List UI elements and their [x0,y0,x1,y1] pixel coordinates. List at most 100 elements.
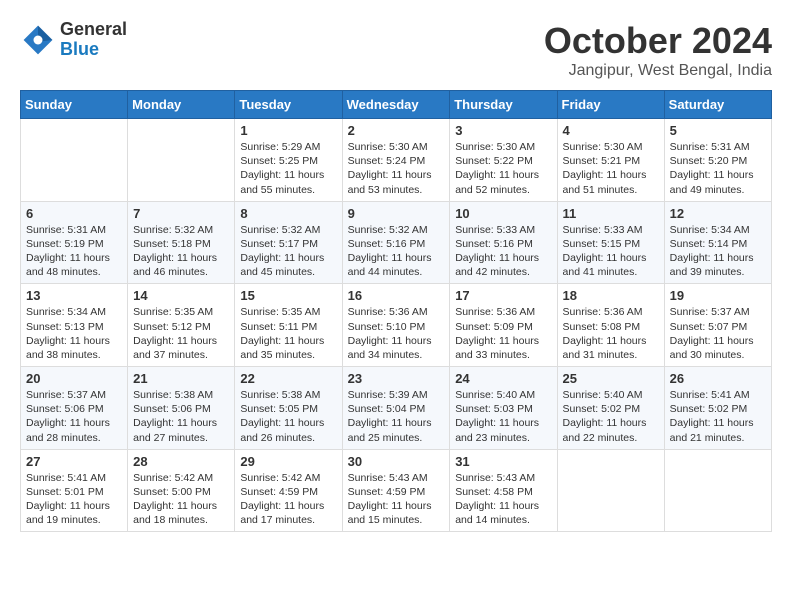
calendar-cell: 17 Sunrise: 5:36 AMSunset: 5:09 PMDayligh… [450,284,557,367]
calendar-cell: 2Sunrise: 5:30 AMSunset: 5:24 PMDaylight… [342,119,450,202]
calendar-cell: 13 Sunrise: 5:34 AMSunset: 5:13 PMDayligh… [21,284,128,367]
day-info: Sunrise: 5:42 AMSunset: 5:00 PMDaylight:… [133,471,229,528]
day-info: Sunrise: 5:36 AMSunset: 5:09 PMDaylight:… [455,305,551,362]
day-number: 20 [26,371,122,386]
calendar-cell: 22 Sunrise: 5:38 AMSunset: 5:05 PMDayligh… [235,367,342,450]
logo: General Blue [20,20,127,60]
logo-icon [20,22,56,58]
weekday-header: Monday [128,91,235,119]
calendar-cell: 10 Sunrise: 5:33 AMSunset: 5:16 PMDayligh… [450,201,557,284]
day-number: 12 [670,206,766,221]
calendar-cell: 27 Sunrise: 5:41 AMSunset: 5:01 PMDayligh… [21,449,128,532]
day-number: 29 [240,454,336,469]
logo-general: General [60,20,127,40]
day-info: Sunrise: 5:32 AMSunset: 5:16 PMDaylight:… [348,223,445,280]
day-number: 8 [240,206,336,221]
calendar-cell: 18Sunrise: 5:36 AMSunset: 5:08 PMDayligh… [557,284,664,367]
day-info: Sunrise: 5:34 AMSunset: 5:13 PMDaylight:… [26,305,122,362]
day-info: Sunrise: 5:39 AMSunset: 5:04 PMDaylight:… [348,388,445,445]
weekday-header: Saturday [664,91,771,119]
calendar-cell: 11 Sunrise: 5:33 AMSunset: 5:15 PMDayligh… [557,201,664,284]
day-info: Sunrise: 5:37 AMSunset: 5:06 PMDaylight:… [26,388,122,445]
day-number: 19 [670,288,766,303]
day-info: Sunrise: 5:40 AMSunset: 5:03 PMDaylight:… [455,388,551,445]
calendar-cell: 14Sunrise: 5:35 AMSunset: 5:12 PMDayligh… [128,284,235,367]
day-number: 5 [670,123,766,138]
day-number: 22 [240,371,336,386]
day-info: Sunrise: 5:32 AMSunset: 5:17 PMDaylight:… [240,223,336,280]
calendar-cell: 1Sunrise: 5:29 AMSunset: 5:25 PMDaylight… [235,119,342,202]
day-number: 11 [563,206,659,221]
day-info: Sunrise: 5:41 AMSunset: 5:02 PMDaylight:… [670,388,766,445]
day-info: Sunrise: 5:30 AMSunset: 5:21 PMDaylight:… [563,140,659,197]
calendar-cell: 20 Sunrise: 5:37 AMSunset: 5:06 PMDayligh… [21,367,128,450]
logo-text: General Blue [60,20,127,60]
day-info: Sunrise: 5:32 AMSunset: 5:18 PMDaylight:… [133,223,229,280]
day-info: Sunrise: 5:38 AMSunset: 5:05 PMDaylight:… [240,388,336,445]
calendar-week-row: 13 Sunrise: 5:34 AMSunset: 5:13 PMDayligh… [21,284,772,367]
day-number: 28 [133,454,229,469]
logo-blue: Blue [60,40,127,60]
calendar-cell: 8 Sunrise: 5:32 AMSunset: 5:17 PMDaylight… [235,201,342,284]
day-number: 9 [348,206,445,221]
day-info: Sunrise: 5:43 AMSunset: 4:59 PMDaylight:… [348,471,445,528]
calendar-cell: 30 Sunrise: 5:43 AMSunset: 4:59 PMDayligh… [342,449,450,532]
day-info: Sunrise: 5:30 AMSunset: 5:24 PMDaylight:… [348,140,445,197]
title-area: October 2024 Jangipur, West Bengal, Indi… [544,20,772,80]
day-info: Sunrise: 5:35 AMSunset: 5:12 PMDaylight:… [133,305,229,362]
calendar-cell: 4 Sunrise: 5:30 AMSunset: 5:21 PMDaylight… [557,119,664,202]
calendar-table: SundayMondayTuesdayWednesdayThursdayFrid… [20,90,772,532]
day-info: Sunrise: 5:43 AMSunset: 4:58 PMDaylight:… [455,471,551,528]
day-info: Sunrise: 5:41 AMSunset: 5:01 PMDaylight:… [26,471,122,528]
day-info: Sunrise: 5:37 AMSunset: 5:07 PMDaylight:… [670,305,766,362]
calendar-cell: 19 Sunrise: 5:37 AMSunset: 5:07 PMDayligh… [664,284,771,367]
calendar-cell: 29Sunrise: 5:42 AMSunset: 4:59 PMDayligh… [235,449,342,532]
day-number: 1 [240,123,336,138]
calendar-cell [557,449,664,532]
calendar-cell: 3 Sunrise: 5:30 AMSunset: 5:22 PMDaylight… [450,119,557,202]
day-info: Sunrise: 5:33 AMSunset: 5:15 PMDaylight:… [563,223,659,280]
day-number: 17 [455,288,551,303]
calendar-cell: 31Sunrise: 5:43 AMSunset: 4:58 PMDayligh… [450,449,557,532]
day-info: Sunrise: 5:30 AMSunset: 5:22 PMDaylight:… [455,140,551,197]
calendar-week-row: 1Sunrise: 5:29 AMSunset: 5:25 PMDaylight… [21,119,772,202]
day-number: 23 [348,371,445,386]
calendar-week-row: 20 Sunrise: 5:37 AMSunset: 5:06 PMDayligh… [21,367,772,450]
day-number: 18 [563,288,659,303]
day-info: Sunrise: 5:35 AMSunset: 5:11 PMDaylight:… [240,305,336,362]
day-number: 15 [240,288,336,303]
day-number: 30 [348,454,445,469]
calendar-cell [21,119,128,202]
day-number: 13 [26,288,122,303]
weekday-header-row: SundayMondayTuesdayWednesdayThursdayFrid… [21,91,772,119]
day-info: Sunrise: 5:36 AMSunset: 5:10 PMDaylight:… [348,305,445,362]
day-number: 4 [563,123,659,138]
weekday-header: Thursday [450,91,557,119]
day-info: Sunrise: 5:33 AMSunset: 5:16 PMDaylight:… [455,223,551,280]
day-number: 21 [133,371,229,386]
day-number: 3 [455,123,551,138]
day-number: 25 [563,371,659,386]
calendar-cell: 6Sunrise: 5:31 AMSunset: 5:19 PMDaylight… [21,201,128,284]
day-number: 26 [670,371,766,386]
day-info: Sunrise: 5:31 AMSunset: 5:19 PMDaylight:… [26,223,122,280]
weekday-header: Wednesday [342,91,450,119]
calendar-cell: 23 Sunrise: 5:39 AMSunset: 5:04 PMDayligh… [342,367,450,450]
day-info: Sunrise: 5:38 AMSunset: 5:06 PMDaylight:… [133,388,229,445]
weekday-header: Friday [557,91,664,119]
calendar-cell: 16 Sunrise: 5:36 AMSunset: 5:10 PMDayligh… [342,284,450,367]
day-number: 24 [455,371,551,386]
calendar-cell: 9 Sunrise: 5:32 AMSunset: 5:16 PMDaylight… [342,201,450,284]
day-number: 27 [26,454,122,469]
calendar-cell: 12 Sunrise: 5:34 AMSunset: 5:14 PMDayligh… [664,201,771,284]
weekday-header: Tuesday [235,91,342,119]
month-title: October 2024 [544,20,772,62]
calendar-cell: 25Sunrise: 5:40 AMSunset: 5:02 PMDayligh… [557,367,664,450]
day-number: 10 [455,206,551,221]
calendar-cell: 21 Sunrise: 5:38 AMSunset: 5:06 PMDayligh… [128,367,235,450]
day-info: Sunrise: 5:34 AMSunset: 5:14 PMDaylight:… [670,223,766,280]
calendar-week-row: 6Sunrise: 5:31 AMSunset: 5:19 PMDaylight… [21,201,772,284]
day-number: 16 [348,288,445,303]
calendar-cell: 15 Sunrise: 5:35 AMSunset: 5:11 PMDayligh… [235,284,342,367]
weekday-header: Sunday [21,91,128,119]
